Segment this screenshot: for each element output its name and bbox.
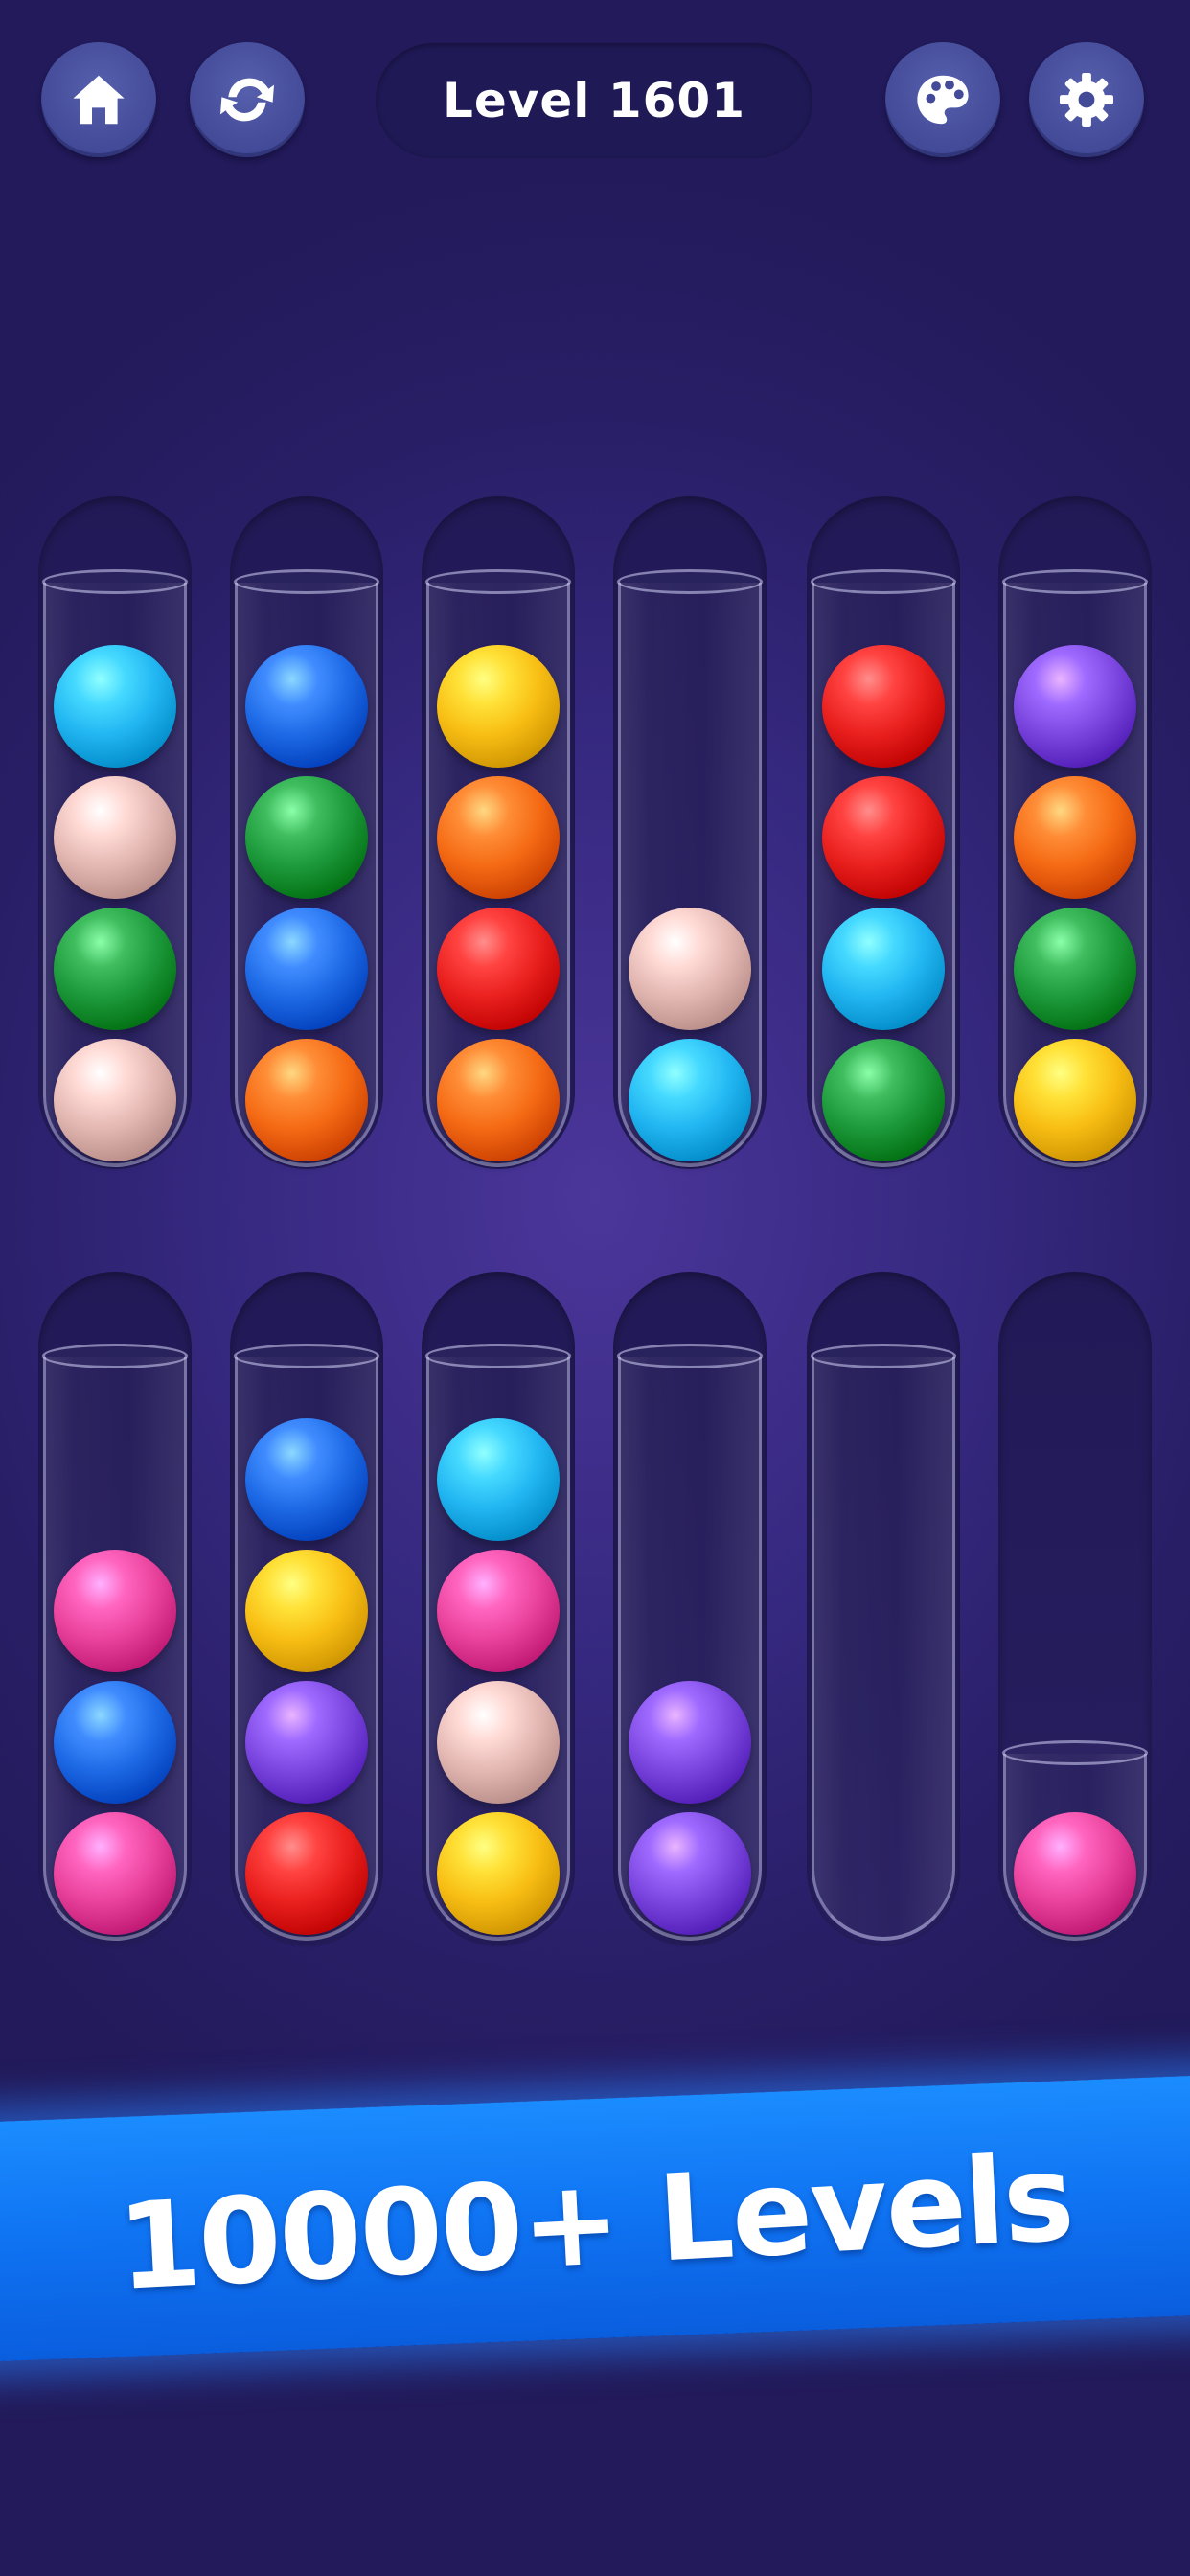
ball-blue <box>54 1681 176 1804</box>
ball-green <box>1014 908 1136 1030</box>
palette-icon <box>917 75 969 125</box>
ball-yellow <box>1014 1039 1136 1162</box>
gear-icon <box>1060 73 1113 126</box>
restart-icon <box>220 78 274 122</box>
ball-red <box>822 776 945 899</box>
tube-rim <box>811 569 956 594</box>
ball-blue <box>245 645 368 768</box>
home-icon <box>73 75 125 125</box>
home-button[interactable] <box>41 42 156 157</box>
ball-magenta <box>437 1550 560 1672</box>
ball-green <box>245 776 368 899</box>
ball-red <box>245 1812 368 1935</box>
tube-rim <box>1002 1740 1148 1765</box>
tube-rim <box>1002 569 1148 594</box>
tube-rim <box>234 569 379 594</box>
ball-red <box>437 908 560 1030</box>
ball-red <box>822 645 945 768</box>
ball-pink-beige <box>54 1039 176 1162</box>
ball-magenta <box>1014 1812 1136 1935</box>
tube-rim <box>42 569 188 594</box>
ball-green <box>822 1039 945 1162</box>
ball-yellow <box>245 1550 368 1672</box>
ball-magenta <box>54 1550 176 1672</box>
ball-magenta <box>54 1812 176 1935</box>
level-label: Level 1601 <box>443 73 745 128</box>
ball-pink-beige <box>437 1681 560 1804</box>
ball-orange <box>1014 776 1136 899</box>
ball-cyan <box>54 645 176 768</box>
ball-purple <box>245 1681 368 1804</box>
tube-rim <box>425 569 571 594</box>
ball-blue <box>245 1418 368 1541</box>
ball-purple <box>1014 645 1136 768</box>
ball-blue <box>245 908 368 1030</box>
tube-rim <box>425 1344 571 1368</box>
ball-yellow <box>437 645 560 768</box>
ball-purple <box>629 1812 751 1935</box>
ball-cyan <box>629 1039 751 1162</box>
glass-tube[interactable] <box>811 1344 956 1941</box>
ball-pink-beige <box>629 908 751 1030</box>
tube-rim <box>811 1344 956 1368</box>
tube-rim <box>234 1344 379 1368</box>
restart-button[interactable] <box>190 42 305 157</box>
ball-cyan <box>822 908 945 1030</box>
tube-rim <box>617 569 763 594</box>
ball-orange <box>437 776 560 899</box>
tube-rim <box>617 1344 763 1368</box>
tube-rim <box>42 1344 188 1368</box>
level-indicator: Level 1601 <box>376 43 812 158</box>
ball-green <box>54 908 176 1030</box>
ball-yellow <box>437 1812 560 1935</box>
ball-orange <box>245 1039 368 1162</box>
ball-pink-beige <box>54 776 176 899</box>
ball-orange <box>437 1039 560 1162</box>
settings-button[interactable] <box>1029 42 1144 157</box>
ball-cyan <box>437 1418 560 1541</box>
ball-purple <box>629 1681 751 1804</box>
theme-button[interactable] <box>885 42 1000 157</box>
